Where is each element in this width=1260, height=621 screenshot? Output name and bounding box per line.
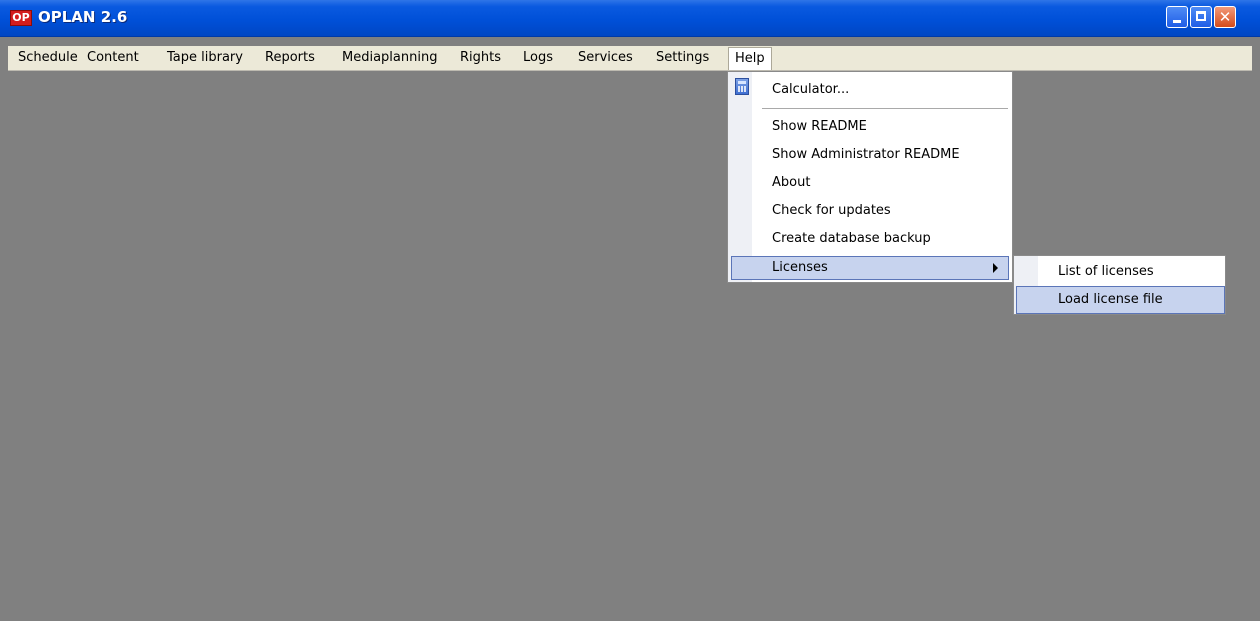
minimize-button[interactable] — [1166, 6, 1188, 28]
chevron-right-icon — [993, 263, 998, 273]
menu-help[interactable]: Help — [728, 47, 772, 70]
title-bar[interactable]: OP OPLAN 2.6 ✕ — [0, 0, 1260, 37]
close-icon: ✕ — [1218, 8, 1232, 26]
menu-tape-library[interactable]: Tape library — [167, 50, 243, 66]
menu-logs[interactable]: Logs — [523, 50, 553, 66]
menu-content[interactable]: Content — [87, 50, 139, 66]
maximize-icon — [1196, 11, 1206, 21]
menu-item-about[interactable]: About — [772, 175, 810, 191]
menu-item-create-backup[interactable]: Create database backup — [772, 231, 931, 247]
menu-item-check-updates[interactable]: Check for updates — [772, 203, 891, 219]
menu-item-show-readme[interactable]: Show README — [772, 119, 867, 135]
menu-item-load-license-label: Load license file — [1058, 292, 1163, 307]
menu-schedule[interactable]: Schedule — [18, 50, 78, 66]
window-title: OPLAN 2.6 — [38, 8, 128, 26]
menu-services[interactable]: Services — [578, 50, 633, 66]
menu-separator — [762, 108, 1008, 109]
menu-item-licenses-label: Licenses — [772, 260, 828, 275]
licenses-submenu: List of licenses Load license file — [1013, 255, 1226, 315]
menu-bar: Schedule Content Tape library Reports Me… — [8, 46, 1252, 71]
menu-rights[interactable]: Rights — [460, 50, 501, 66]
calculator-icon — [735, 78, 749, 95]
maximize-button[interactable] — [1190, 6, 1212, 28]
app-logo: OP — [10, 10, 32, 26]
menu-settings[interactable]: Settings — [656, 50, 709, 66]
menu-mediaplanning[interactable]: Mediaplanning — [342, 50, 437, 66]
menu-item-list-licenses[interactable]: List of licenses — [1058, 264, 1154, 280]
menu-reports[interactable]: Reports — [265, 50, 315, 66]
help-menu: Calculator... Show README Show Administr… — [727, 71, 1013, 283]
close-button[interactable]: ✕ — [1214, 6, 1236, 28]
menu-item-show-admin-readme[interactable]: Show Administrator README — [772, 147, 960, 163]
menu-icon-strip — [728, 72, 752, 282]
menu-item-calculator[interactable]: Calculator... — [772, 82, 849, 98]
minimize-icon — [1173, 20, 1181, 23]
